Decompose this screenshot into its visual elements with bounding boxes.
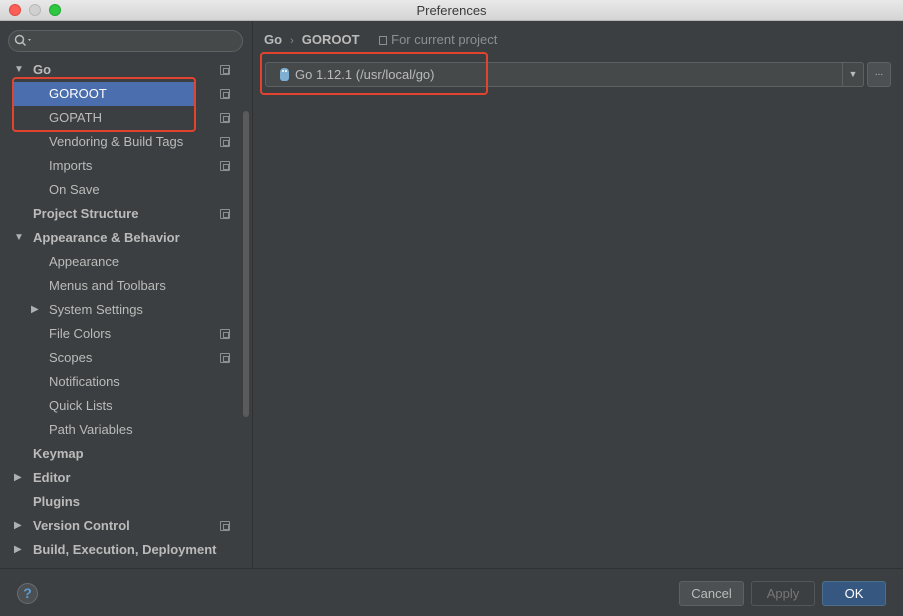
project-level-icon	[220, 353, 230, 363]
sidebar-item-on-save[interactable]: On Save	[0, 178, 240, 202]
settings-tree: ▼ Go GOROOT GOPATH Vendoring & Build Tags Imp…	[0, 58, 240, 562]
search-icon	[14, 34, 31, 47]
project-level-icon	[220, 329, 230, 339]
sidebar-item-notifications[interactable]: Notifications	[0, 370, 240, 394]
collapse-arrow-icon[interactable]: ▶	[31, 305, 41, 315]
help-button[interactable]: ?	[17, 583, 38, 604]
sidebar-item-system-settings[interactable]: ▶ System Settings	[0, 298, 240, 322]
sidebar-item-label: Version Control	[33, 518, 130, 533]
sidebar-item-label: Go	[33, 62, 52, 77]
go-sdk-icon	[280, 68, 289, 81]
sidebar-scrollbar[interactable]	[243, 111, 249, 417]
settings-content-panel: Go › GOROOT For current project Go 1.12.1 …	[254, 21, 903, 568]
sidebar-item-label: Notifications	[49, 374, 120, 389]
sidebar-item-label: Plugins	[33, 494, 80, 509]
sidebar-item-label: GOROOT	[49, 86, 107, 101]
sidebar-item-quick-lists[interactable]: Quick Lists	[0, 394, 240, 418]
sidebar-item-editor[interactable]: ▶ Editor	[0, 466, 240, 490]
sidebar-item-appearance-behavior[interactable]: ▼ Appearance & Behavior	[0, 226, 240, 250]
project-level-icon	[220, 137, 230, 147]
sidebar-item-label: Appearance & Behavior	[33, 230, 180, 245]
apply-button[interactable]: Apply	[751, 581, 815, 606]
sidebar-item-label: Keymap	[33, 446, 84, 461]
sidebar-item-label: GOPATH	[49, 110, 102, 125]
sidebar-item-label: Editor	[33, 470, 71, 485]
title-bar: Preferences	[0, 0, 903, 21]
sdk-selected-value: Go 1.12.1 (/usr/local/go)	[295, 67, 434, 82]
sidebar-item-label: Vendoring & Build Tags	[49, 134, 184, 149]
sidebar-item-file-colors[interactable]: File Colors	[0, 322, 240, 346]
settings-search-box[interactable]	[8, 30, 243, 52]
breadcrumb-separator: ›	[290, 35, 294, 47]
project-scope-icon	[379, 36, 388, 45]
sidebar-item-label: System Settings	[49, 302, 143, 317]
expand-arrow-icon[interactable]: ▼	[14, 65, 24, 75]
project-level-icon	[220, 209, 230, 219]
dialog-footer: ? Cancel Apply OK	[0, 568, 903, 616]
settings-sidebar: ▼ Go GOROOT GOPATH Vendoring & Build Tags Imp…	[0, 21, 253, 568]
project-level-icon	[220, 161, 230, 171]
sdk-name: Go 1.12.1	[295, 67, 353, 82]
sidebar-item-go[interactable]: ▼ Go	[0, 58, 240, 82]
project-level-icon	[220, 65, 230, 75]
sidebar-item-path-variables[interactable]: Path Variables	[0, 418, 240, 442]
sidebar-item-scopes[interactable]: Scopes	[0, 346, 240, 370]
sidebar-item-label: File Colors	[49, 326, 112, 341]
sidebar-item-version-control[interactable]: ▶ Version Control	[0, 514, 240, 538]
sdk-path: (/usr/local/go)	[355, 67, 435, 82]
project-level-icon	[220, 113, 230, 123]
sidebar-item-gopath[interactable]: GOPATH	[0, 106, 240, 130]
browse-sdk-button[interactable]: ...	[867, 62, 891, 87]
project-level-icon	[220, 521, 230, 531]
sidebar-item-plugins[interactable]: Plugins	[0, 490, 240, 514]
sidebar-item-label: Imports	[49, 158, 93, 173]
breadcrumb-item-go[interactable]: Go	[264, 32, 282, 47]
sidebar-item-label: Path Variables	[49, 422, 133, 437]
sidebar-item-menus-and-toolbars[interactable]: Menus and Toolbars	[0, 274, 240, 298]
breadcrumb: Go › GOROOT For current project	[264, 32, 497, 48]
dropdown-arrow-icon[interactable]: ▼	[842, 63, 863, 86]
window-title: Preferences	[416, 3, 487, 18]
sidebar-item-vendoring-build-tags[interactable]: Vendoring & Build Tags	[0, 130, 240, 154]
settings-search-input[interactable]	[37, 33, 237, 49]
cancel-button[interactable]: Cancel	[679, 581, 744, 606]
ok-button[interactable]: OK	[822, 581, 886, 606]
sidebar-item-label: Appearance	[49, 254, 120, 269]
sidebar-item-label: Menus and Toolbars	[49, 278, 166, 293]
project-level-icon	[220, 89, 230, 99]
sidebar-item-label: Scopes	[49, 350, 93, 365]
expand-arrow-icon[interactable]: ▼	[14, 233, 24, 243]
collapse-arrow-icon[interactable]: ▶	[14, 473, 24, 483]
breadcrumb-item-goroot: GOROOT	[301, 32, 360, 47]
sidebar-item-label: Project Structure	[33, 206, 139, 221]
sidebar-item-keymap[interactable]: Keymap	[0, 442, 240, 466]
sidebar-item-label: Quick Lists	[49, 398, 113, 413]
sidebar-item-imports[interactable]: Imports	[0, 154, 240, 178]
goroot-sdk-select[interactable]: Go 1.12.1 (/usr/local/go) ▼	[265, 62, 864, 87]
sidebar-item-build-execution-deployment[interactable]: ▶ Build, Execution, Deployment	[0, 538, 240, 562]
scope-indicator: For current project	[379, 32, 497, 47]
sidebar-item-goroot[interactable]: GOROOT	[12, 82, 230, 106]
collapse-arrow-icon[interactable]: ▶	[14, 545, 24, 555]
scope-label: For current project	[391, 32, 498, 47]
sidebar-item-appearance[interactable]: Appearance	[0, 250, 240, 274]
sidebar-item-project-structure[interactable]: Project Structure	[0, 202, 240, 226]
sidebar-item-label: Build, Execution, Deployment	[33, 542, 217, 557]
sidebar-item-label: On Save	[49, 182, 100, 197]
collapse-arrow-icon[interactable]: ▶	[14, 521, 24, 531]
